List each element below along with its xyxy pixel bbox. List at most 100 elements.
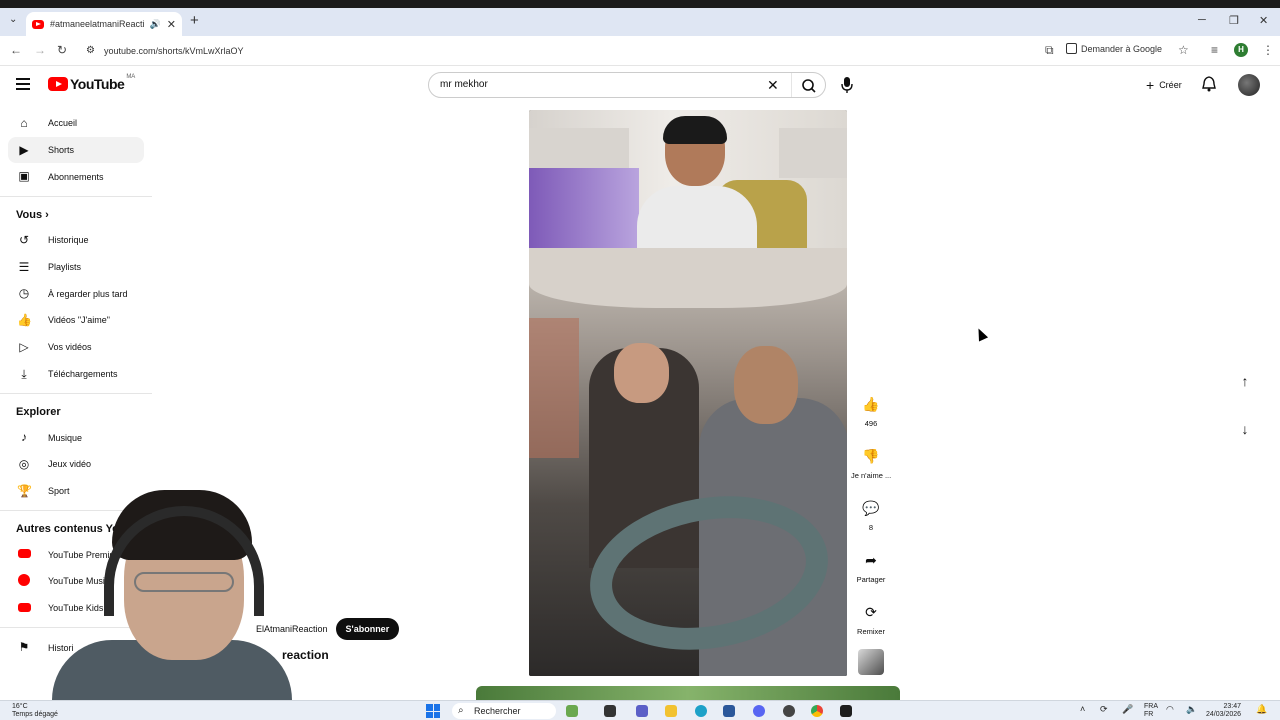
obs-icon[interactable] — [783, 705, 795, 717]
browser-menu-icon[interactable]: ⋮ — [1262, 43, 1274, 57]
ask-google-label: Demander à Google — [1081, 43, 1163, 54]
back-icon[interactable]: ← — [10, 43, 22, 57]
minimize-icon[interactable]: ─ — [1198, 14, 1206, 26]
sidebar-item-gaming[interactable]: ◎ Jeux vidéo — [0, 451, 152, 478]
short-video-player[interactable] — [529, 110, 847, 676]
window-top-strip — [0, 0, 1280, 8]
teams-icon[interactable] — [636, 705, 648, 717]
remix-icon[interactable]: ⟳ — [857, 598, 885, 626]
search-box[interactable]: mr mekhor ✕ — [428, 72, 826, 98]
like-action[interactable]: 👍 496 — [851, 390, 891, 442]
tab-list-chevron-icon[interactable]: ⌄ — [9, 14, 17, 25]
volume-icon[interactable]: 🔈 — [1186, 704, 1197, 715]
taskbar-clock[interactable]: 23:47 24/03/2026 — [1206, 703, 1241, 719]
sidebar-item-label: Vidéos "J'aime" — [48, 315, 110, 326]
wifi-icon[interactable]: ◠ — [1166, 704, 1174, 715]
flag-icon: ⚑ — [18, 640, 30, 655]
restore-icon[interactable]: ❐ — [1229, 14, 1239, 27]
sidebar-item-label: Musique — [48, 432, 83, 443]
sidebar-item-downloads[interactable]: ⤓ Téléchargements — [0, 361, 152, 388]
channel-name[interactable]: ElAtmaniReaction — [256, 624, 328, 634]
file-explorer-icon[interactable] — [665, 705, 677, 717]
thumbs-down-icon[interactable]: 👎 — [857, 442, 885, 470]
dislike-label: Je n'aime ... — [851, 471, 892, 480]
speaker-icon[interactable]: 🔊 — [150, 19, 161, 30]
edge-icon[interactable] — [695, 705, 707, 717]
tray-app-icon[interactable]: ⟳ — [1100, 704, 1108, 715]
voice-search-icon[interactable] — [840, 76, 854, 94]
thumbs-up-icon[interactable]: 👍 — [857, 390, 885, 418]
remix-action[interactable]: ⟳ Remixer — [851, 598, 891, 650]
comment-action[interactable]: 💬 8 — [851, 494, 891, 546]
share-icon[interactable]: ➦ — [857, 546, 885, 574]
shorts-navigation: ↑ ↓ — [1230, 366, 1260, 462]
sidebar-explore-heading: Explorer — [16, 406, 61, 419]
logo-text: YouTube — [70, 76, 125, 92]
subscriptions-icon: ▣ — [18, 169, 30, 184]
sidebar-you-heading[interactable]: Vous › — [0, 203, 152, 227]
sidebar-item-watch-later[interactable]: ◷ À regarder plus tard — [0, 280, 152, 307]
liked-icon: 👍 — [17, 313, 32, 328]
widget-app-icon[interactable] — [566, 705, 578, 717]
store-icon[interactable] — [723, 705, 735, 717]
sidebar-item-liked[interactable]: 👍 Vidéos "J'aime" — [0, 307, 152, 334]
share-action[interactable]: ➦ Partager — [851, 546, 891, 598]
short-title[interactable]: reaction — [282, 648, 329, 662]
discord-icon[interactable] — [753, 705, 765, 717]
lens-icon — [1066, 43, 1077, 54]
forward-icon[interactable]: → — [34, 43, 46, 57]
close-tab-icon[interactable]: ✕ — [167, 18, 176, 31]
browser-tab[interactable]: #atmaneelatmaniReaction 🔊 ✕ — [26, 12, 182, 36]
next-short-preview[interactable] — [476, 686, 900, 700]
tab-title: #atmaneelatmaniReaction — [50, 19, 144, 29]
sidebar-item-label: Shorts — [48, 145, 75, 156]
sidebar-item-history[interactable]: ↺ Historique — [0, 227, 152, 254]
weather-widget[interactable]: 16°C Temps dégagé — [12, 703, 58, 719]
site-settings-icon[interactable]: ⚙ — [86, 41, 95, 61]
notifications-bell-icon[interactable] — [1202, 76, 1216, 92]
video-top-reaction-panel — [529, 110, 847, 248]
shorts-icon: ▶ — [19, 142, 29, 157]
share-label: Partager — [856, 575, 886, 584]
close-window-icon[interactable]: ✕ — [1259, 14, 1268, 27]
sidebar-item-label: Vos vidéos — [48, 342, 92, 353]
reload-icon[interactable]: ↻ — [57, 43, 67, 57]
next-short-arrow-icon[interactable]: ↓ — [1230, 414, 1260, 444]
previous-short-arrow-icon[interactable]: ↑ — [1230, 366, 1260, 396]
install-icon[interactable]: ⧉ — [1045, 43, 1054, 58]
menu-icon[interactable] — [16, 78, 30, 90]
dislike-action[interactable]: 👎 Je n'aime ... — [851, 442, 891, 494]
sidebar-item-playlists[interactable]: ☰ Playlists — [0, 254, 152, 281]
windows-start-icon[interactable] — [426, 704, 440, 718]
tray-chevron-icon[interactable]: ˄ — [1080, 704, 1085, 714]
taskbar-search[interactable]: ⌕ Rechercher — [452, 703, 556, 719]
new-tab-icon[interactable]: + — [190, 12, 199, 29]
search-button[interactable] — [791, 73, 825, 97]
ask-google-button[interactable]: Demander à Google — [1066, 43, 1162, 54]
sidebar-item-your-videos[interactable]: ▷ Vos vidéos — [0, 334, 152, 361]
browser-profile-avatar[interactable]: H — [1234, 43, 1248, 57]
notifications-icon[interactable]: 🔔 — [1256, 704, 1267, 715]
audio-source-thumbnail[interactable] — [858, 649, 884, 675]
create-button[interactable]: + Créer — [1138, 74, 1190, 96]
sidebar-divider — [0, 393, 152, 395]
subscribe-button[interactable]: S'abonner — [335, 618, 400, 640]
language-indicator[interactable]: FRA FR — [1144, 703, 1158, 719]
media-controls-icon[interactable]: ≡ — [1211, 43, 1218, 57]
url-field[interactable]: ⚙ youtube.com/shorts/kVmLwXrlaOY — [78, 41, 1098, 61]
sidebar-item-subscriptions[interactable]: ▣ Abonnements — [0, 163, 152, 190]
youtube-logo[interactable]: YouTube MA — [48, 74, 135, 92]
task-view-icon[interactable] — [604, 705, 616, 717]
bookmark-star-icon[interactable]: ☆ — [1178, 43, 1189, 57]
sidebar-item-label: À regarder plus tard — [48, 288, 128, 299]
terminal-icon[interactable] — [840, 705, 852, 717]
sidebar-item-shorts[interactable]: ▶ Shorts — [8, 136, 144, 164]
search-input[interactable]: mr mekhor — [440, 79, 488, 90]
sidebar-item-music[interactable]: ♪ Musique — [0, 424, 152, 451]
comment-icon[interactable]: 💬 — [857, 494, 885, 522]
chrome-icon[interactable] — [811, 705, 823, 717]
tray-mic-icon[interactable]: 🎤 — [1122, 704, 1133, 715]
sidebar-item-home[interactable]: ⌂ Accueil — [0, 110, 152, 137]
clear-search-icon[interactable]: ✕ — [767, 77, 779, 94]
account-avatar[interactable] — [1238, 74, 1260, 96]
